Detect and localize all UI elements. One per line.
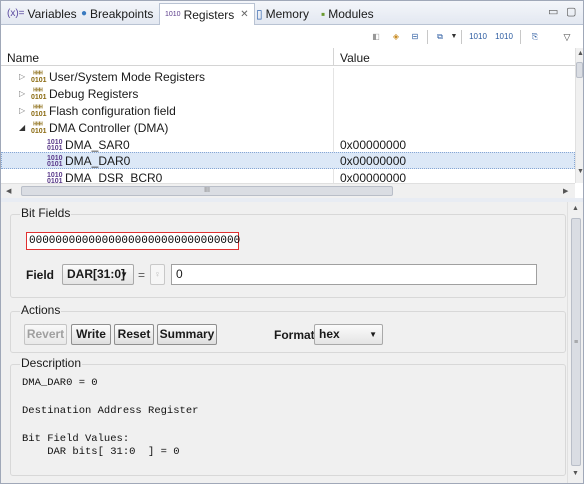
description-line: Destination Address Register (22, 405, 199, 417)
description-line: DAR bits[ 31:0 ] = 0 (22, 446, 180, 458)
binary-format-alt-icon[interactable]: 1010 (494, 30, 514, 44)
field-select[interactable]: DAR[31:0] ▼ (62, 264, 134, 285)
scrollbar-thumb[interactable]: ≡ (571, 218, 581, 466)
registers-icon: 1010 (165, 11, 181, 18)
memory-icon: ▯ (256, 6, 263, 21)
tab-registers-label: Registers (183, 7, 235, 22)
view-toolbar: ◧ ◈ ⊟ ⧉ ▼ 1010 1010 ⎘ ▽ (1, 26, 583, 48)
register-group-name: ᴴᴴᴴ 0101 Flash configuration field (31, 104, 176, 118)
registers-view: (x)= Variables ● Breakpoints 1010 Regist… (0, 0, 584, 484)
layout-dropdown-icon[interactable]: ▼ (447, 30, 461, 44)
scroll-down-icon[interactable]: ▼ (572, 470, 579, 477)
breakpoints-icon: ● (81, 8, 88, 19)
tab-modules[interactable]: ▪ Modules (321, 4, 374, 23)
register-value[interactable]: 0x00000000 (340, 138, 406, 152)
register-value[interactable]: 0x00000000 (340, 171, 406, 183)
toolbar-separator (427, 30, 428, 44)
table-row[interactable]: 1010 0101 DMA_DSR_BCR0 0x00000000 (1, 169, 575, 183)
tab-breakpoints[interactable]: ● Breakpoints (81, 4, 153, 23)
scroll-up-icon[interactable]: ▲ (577, 50, 584, 57)
register-group-icon: ᴴᴴᴴ 0101 (31, 104, 47, 118)
field-value-input[interactable]: 0 (171, 264, 537, 285)
detail-vertical-scrollbar[interactable]: ▲ ≡ ▼ (567, 202, 583, 483)
toolbar-separator (461, 30, 462, 44)
enum-values-button[interactable]: ♀ (150, 264, 165, 285)
scroll-up-icon[interactable]: ▲ (572, 205, 579, 212)
register-icon: 1010 0101 (47, 171, 63, 183)
write-button[interactable]: Write (71, 324, 111, 345)
tab-breakpoints-label: Breakpoints (90, 6, 154, 21)
close-icon[interactable]: ✕ (240, 9, 248, 20)
table-row[interactable]: ◢ ᴴᴴᴴ 0101 DMA Controller (DMA) (1, 119, 575, 136)
expand-icon[interactable]: ▷ (19, 72, 25, 81)
modules-icon: ▪ (321, 6, 326, 21)
register-name: 1010 0101 DMA_DSR_BCR0 (47, 171, 163, 183)
register-group-name: ᴴᴴᴴ 0101 DMA Controller (DMA) (31, 121, 169, 135)
register-group-icon: ᴴᴴᴴ 0101 (31, 70, 47, 84)
field-label: Field (26, 268, 55, 282)
register-icon: 1010 0101 (47, 154, 63, 168)
scrollbar-thumb[interactable]: III (21, 186, 393, 196)
chevron-down-icon: ▼ (369, 330, 377, 339)
format-select[interactable]: hex ▼ (314, 324, 383, 345)
table-row[interactable]: ▷ ᴴᴴᴴ 0101 Debug Registers (1, 85, 575, 102)
pin-icon[interactable]: ⎘ (528, 30, 542, 44)
column-header-name[interactable]: Name (7, 51, 39, 65)
description-line: DMA_DAR0 = 0 (22, 377, 98, 389)
register-value[interactable]: 0x00000000 (340, 154, 406, 168)
bit-fields-group (10, 214, 566, 298)
register-group-name: ᴴᴴᴴ 0101 User/System Mode Registers (31, 70, 206, 84)
bit-string[interactable]: 00000000000000000000000000000000 (26, 232, 240, 250)
change-number-format-icon[interactable]: ◈ (389, 30, 403, 44)
scroll-right-icon[interactable]: ▶ (563, 187, 568, 195)
register-group-name: ᴴᴴᴴ 0101 Debug Registers (31, 87, 139, 101)
tab-memory-label: Memory (265, 6, 309, 21)
table-row[interactable]: 1010 0101 DMA_SAR0 0x00000000 (1, 136, 575, 153)
description-title: Description (20, 356, 83, 370)
format-label: Format (274, 328, 315, 342)
tab-memory[interactable]: ▯ Memory (256, 4, 309, 23)
toolbar-separator (520, 30, 521, 44)
scrollbar-thumb[interactable] (576, 62, 583, 78)
tab-registers[interactable]: 1010 Registers ✕ (159, 3, 255, 25)
register-table-header: Name Value (1, 48, 575, 66)
table-horizontal-scrollbar[interactable]: ◀ III ▶ (1, 183, 575, 198)
table-row-selected[interactable]: 1010 0101 DMA_DAR0 0x00000000 (1, 152, 575, 169)
revert-button[interactable]: Revert (24, 324, 67, 345)
column-header-value[interactable]: Value (340, 51, 370, 65)
maximize-button[interactable]: ▢ (566, 5, 576, 18)
description-line: Bit Field Values: (22, 433, 130, 445)
collapse-all-icon[interactable]: ⊟ (408, 30, 422, 44)
reset-button[interactable]: Reset (114, 324, 154, 345)
tab-modules-label: Modules (328, 6, 374, 21)
summary-button[interactable]: Summary (157, 324, 217, 345)
view-menu-icon[interactable]: ▽ (560, 30, 574, 44)
table-vertical-scrollbar[interactable]: ▲ ▼ (575, 48, 584, 183)
collapse-icon[interactable]: ◢ (19, 123, 25, 132)
layout-icon[interactable]: ⧉ (433, 30, 447, 44)
variables-icon: (x)= (7, 8, 25, 19)
column-separator[interactable] (333, 48, 334, 66)
chevron-down-icon: ▼ (120, 270, 128, 279)
register-icon: 1010 0101 (47, 138, 63, 152)
minimize-button[interactable]: ▭ (548, 5, 558, 18)
table-row[interactable]: ▷ ᴴᴴᴴ 0101 User/System Mode Registers (1, 68, 575, 85)
view-tab-bar: (x)= Variables ● Breakpoints 1010 Regist… (1, 1, 583, 25)
tab-variables[interactable]: (x)= Variables (7, 4, 77, 23)
tab-variables-label: Variables (27, 6, 77, 21)
expand-icon[interactable]: ▷ (19, 106, 25, 115)
scroll-down-icon[interactable]: ▼ (577, 168, 584, 175)
equals-sign: = (138, 268, 146, 282)
expand-icon[interactable]: ▷ (19, 89, 25, 98)
bit-fields-title: Bit Fields (20, 206, 72, 220)
register-name: 1010 0101 DMA_SAR0 (47, 138, 130, 152)
table-row[interactable]: ▷ ᴴᴴᴴ 0101 Flash configuration field (1, 102, 575, 119)
add-register-group-icon[interactable]: ◧ (369, 30, 383, 44)
register-group-icon: ᴴᴴᴴ 0101 (31, 87, 47, 101)
register-group-icon: ᴴᴴᴴ 0101 (31, 121, 47, 135)
binary-format-icon[interactable]: 1010 (468, 30, 488, 44)
scroll-left-icon[interactable]: ◀ (6, 187, 11, 195)
register-name: 1010 0101 DMA_DAR0 (47, 154, 131, 168)
actions-title: Actions (20, 303, 62, 317)
